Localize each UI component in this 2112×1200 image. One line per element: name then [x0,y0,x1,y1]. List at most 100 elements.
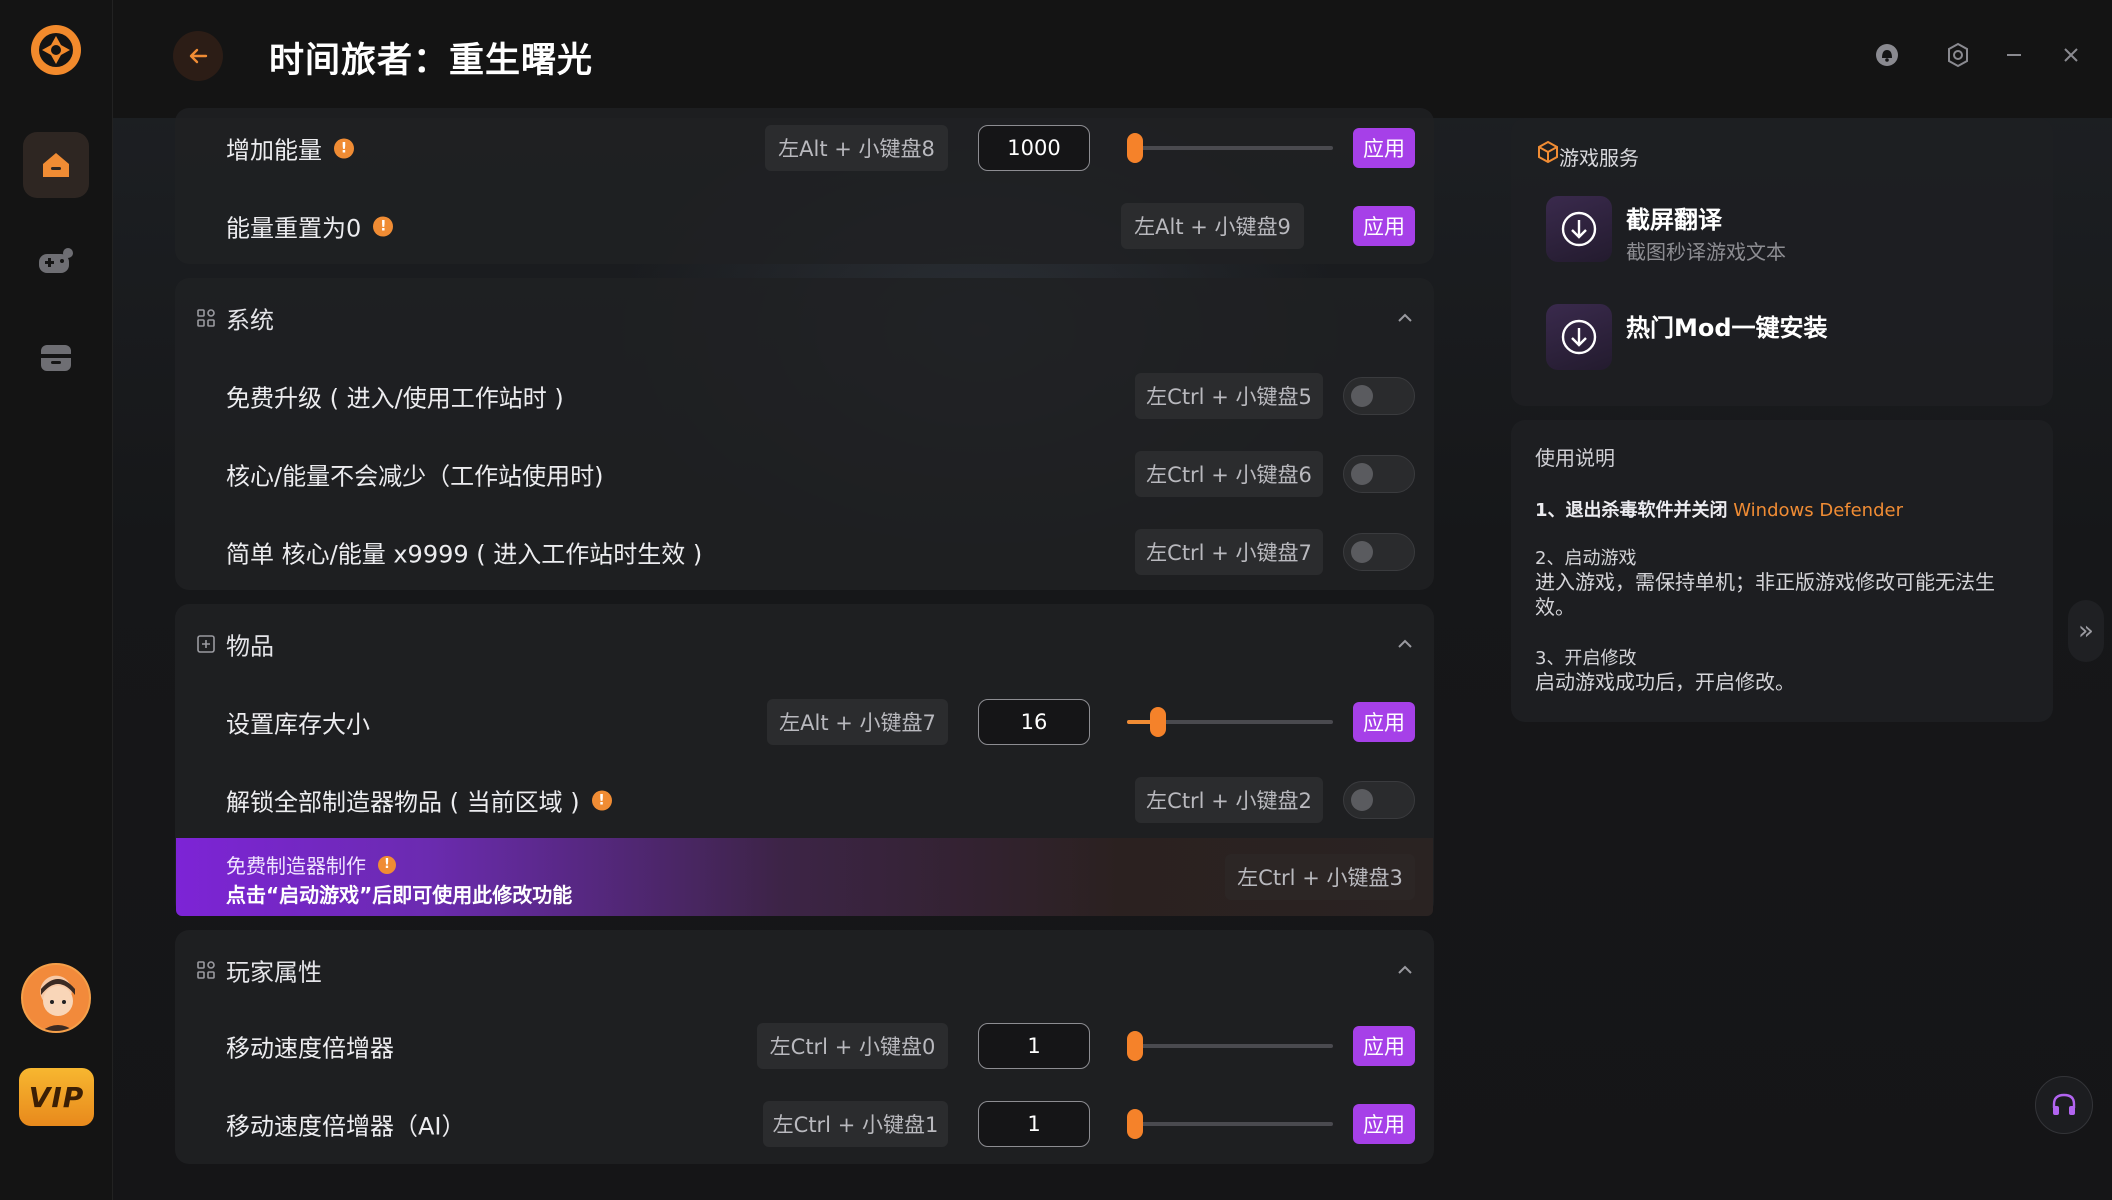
value-slider[interactable] [1127,1031,1333,1061]
hotkey-badge[interactable]: 左Ctrl + 小键盘5 [1135,373,1323,419]
hotkey-badge[interactable]: 左Ctrl + 小键盘3 [1225,854,1415,900]
no-decrease-row: 核心/能量不会减少（工作站使用时) 左Ctrl + 小键盘6 [175,444,1434,504]
vip-label: VIP [28,1080,85,1114]
value-slider[interactable] [1127,707,1333,737]
hotkey-badge[interactable]: 左Ctrl + 小键盘2 [1135,777,1323,823]
expand-panel-button[interactable]: » [2068,600,2104,662]
hotkey-badge[interactable]: 左Ctrl + 小键盘0 [757,1023,948,1069]
section-title: 系统 [226,306,274,335]
chevron-right-icon: » [2078,616,2094,646]
row-label: 移动速度倍增器 [226,1034,394,1063]
hotkey-badge[interactable]: 左Alt + 小键盘7 [767,699,948,745]
move-speed-ai-row: 移动速度倍增器（AI） 左Ctrl + 小键盘1 1 应用 [175,1094,1434,1154]
instructions-title: 使用说明 [1535,446,1615,470]
energy-panel: 增加能量! 左Alt + 小键盘8 1000 应用 能量重置为0! 左Alt +… [175,108,1434,264]
customer-support-button[interactable] [2035,1076,2093,1134]
chevron-up-icon[interactable] [1396,309,1414,327]
value-input[interactable]: 1 [978,1101,1090,1147]
feature-toggle[interactable] [1343,455,1415,493]
info-icon[interactable]: ! [373,216,394,236]
hotkey-badge[interactable]: 左Ctrl + 小键盘6 [1135,451,1323,497]
hotkey-badge[interactable]: 左Alt + 小键盘8 [765,125,948,171]
hotkey-badge[interactable]: 左Ctrl + 小键盘1 [763,1101,948,1147]
instructions-panel: 使用说明 1、退出杀毒软件并关闭 Windows Defender 2、启动游戏… [1511,420,2053,722]
promo-subtitle: 点击“启动游戏”后即可使用此修改功能 [226,883,573,907]
cube-icon [1538,140,1558,164]
user-avatar[interactable] [21,963,91,1033]
apply-button[interactable]: 应用 [1353,1104,1415,1144]
nav-games-button[interactable] [23,228,89,294]
hotkey-badge[interactable]: 左Alt + 小键盘9 [1121,203,1304,249]
row-label: 移动速度倍增器（AI） [226,1112,466,1141]
grid-icon [197,309,215,327]
section-title: 物品 [226,632,274,661]
free-fabricator-promo[interactable]: 免费制造器制作! 点击“启动游戏”后即可使用此修改功能 左Ctrl + 小键盘3 [176,838,1433,916]
player-section-header[interactable]: 玩家属性 [175,930,1434,1010]
gamepad-icon [39,248,73,273]
section-title: 玩家属性 [226,958,322,987]
promo-title: 免费制造器制作! [226,850,396,879]
move-speed-row: 移动速度倍增器 左Ctrl + 小键盘0 1 应用 [175,1016,1434,1076]
feature-toggle[interactable] [1343,533,1415,571]
instruction-step-2-title: 2、启动游戏 [1535,548,1637,569]
value-input[interactable]: 16 [978,699,1090,745]
system-section-header[interactable]: 系统 [175,278,1434,358]
game-services-panel: 游戏服务 截屏翻译 截图秒译游戏文本 热门Mod一键安装 [1511,118,2053,406]
screenshot-translate-item[interactable]: 截屏翻译 截图秒译游戏文本 [1546,196,2026,264]
notification-button[interactable] [1870,38,1904,72]
inventory-size-row: 设置库存大小 左Alt + 小键盘7 16 应用 [175,692,1434,752]
value-slider[interactable] [1127,133,1333,163]
settings-button[interactable] [1941,38,1975,72]
app-logo-icon[interactable] [28,22,84,78]
info-icon[interactable]: ! [591,790,612,810]
back-arrow-icon [189,48,208,64]
title-bar: 时间旅者：重生曙光 [113,0,2112,118]
services-title: 游戏服务 [1559,146,1639,170]
reset-energy-row: 能量重置为0! 左Alt + 小键盘9 应用 [175,196,1434,256]
nav-toolbox-button[interactable] [23,324,89,390]
feature-toggle[interactable] [1343,377,1415,415]
close-button[interactable] [2054,38,2088,72]
download-icon [1546,196,1612,262]
bell-icon [1876,44,1898,66]
value-slider[interactable] [1127,1109,1333,1139]
hotkey-badge[interactable]: 左Ctrl + 小键盘7 [1135,529,1323,575]
minimize-button[interactable] [1997,38,2031,72]
row-label: 核心/能量不会减少（工作站使用时) [226,462,604,491]
row-label: 免费升级 ( 进入/使用工作站时 ) [226,384,564,413]
mod-install-item[interactable]: 热门Mod一键安装 [1546,304,2026,372]
value-input[interactable]: 1 [978,1023,1090,1069]
system-panel: 系统 免费升级 ( 进入/使用工作站时 ) 左Ctrl + 小键盘5 核心/能量… [175,278,1434,590]
value-input[interactable]: 1000 [978,125,1090,171]
info-icon[interactable]: ! [378,855,396,874]
toolbox-icon [41,345,71,371]
page-title: 时间旅者：重生曙光 [269,41,594,81]
minimize-icon [2007,54,2021,56]
service-name: 截屏翻译 [1626,206,1722,234]
apply-button[interactable]: 应用 [1353,1026,1415,1066]
apply-button[interactable]: 应用 [1353,702,1415,742]
close-icon [2064,48,2078,62]
apply-button[interactable]: 应用 [1353,128,1415,168]
free-upgrade-row: 免费升级 ( 进入/使用工作站时 ) 左Ctrl + 小键盘5 [175,366,1434,426]
instruction-step-2-text: 进入游戏，需保持单机；非正版游戏修改可能无法生效。 [1535,570,1995,619]
grid-icon [197,961,215,979]
download-icon [1546,304,1612,370]
info-icon[interactable]: ! [334,138,354,158]
row-label: 增加能量! [226,131,354,166]
box-icon [197,635,215,653]
apply-button[interactable]: 应用 [1353,206,1415,246]
unlock-fabricator-row: 解锁全部制造器物品 ( 当前区域 )! 左Ctrl + 小键盘2 [175,770,1434,830]
sidebar: VIP [0,0,113,1200]
items-section-header[interactable]: 物品 [175,604,1434,684]
back-button[interactable] [173,31,223,81]
nav-home-button[interactable] [23,132,89,198]
vip-badge[interactable]: VIP [19,1068,94,1126]
service-desc: 截图秒译游戏文本 [1626,240,1786,264]
row-label: 解锁全部制造器物品 ( 当前区域 )! [226,783,612,818]
feature-toggle[interactable] [1343,781,1415,819]
chevron-up-icon[interactable] [1396,961,1414,979]
chevron-up-icon[interactable] [1396,635,1414,653]
add-energy-row: 增加能量! 左Alt + 小键盘8 1000 应用 [175,118,1434,178]
gear-icon [1948,42,1968,68]
